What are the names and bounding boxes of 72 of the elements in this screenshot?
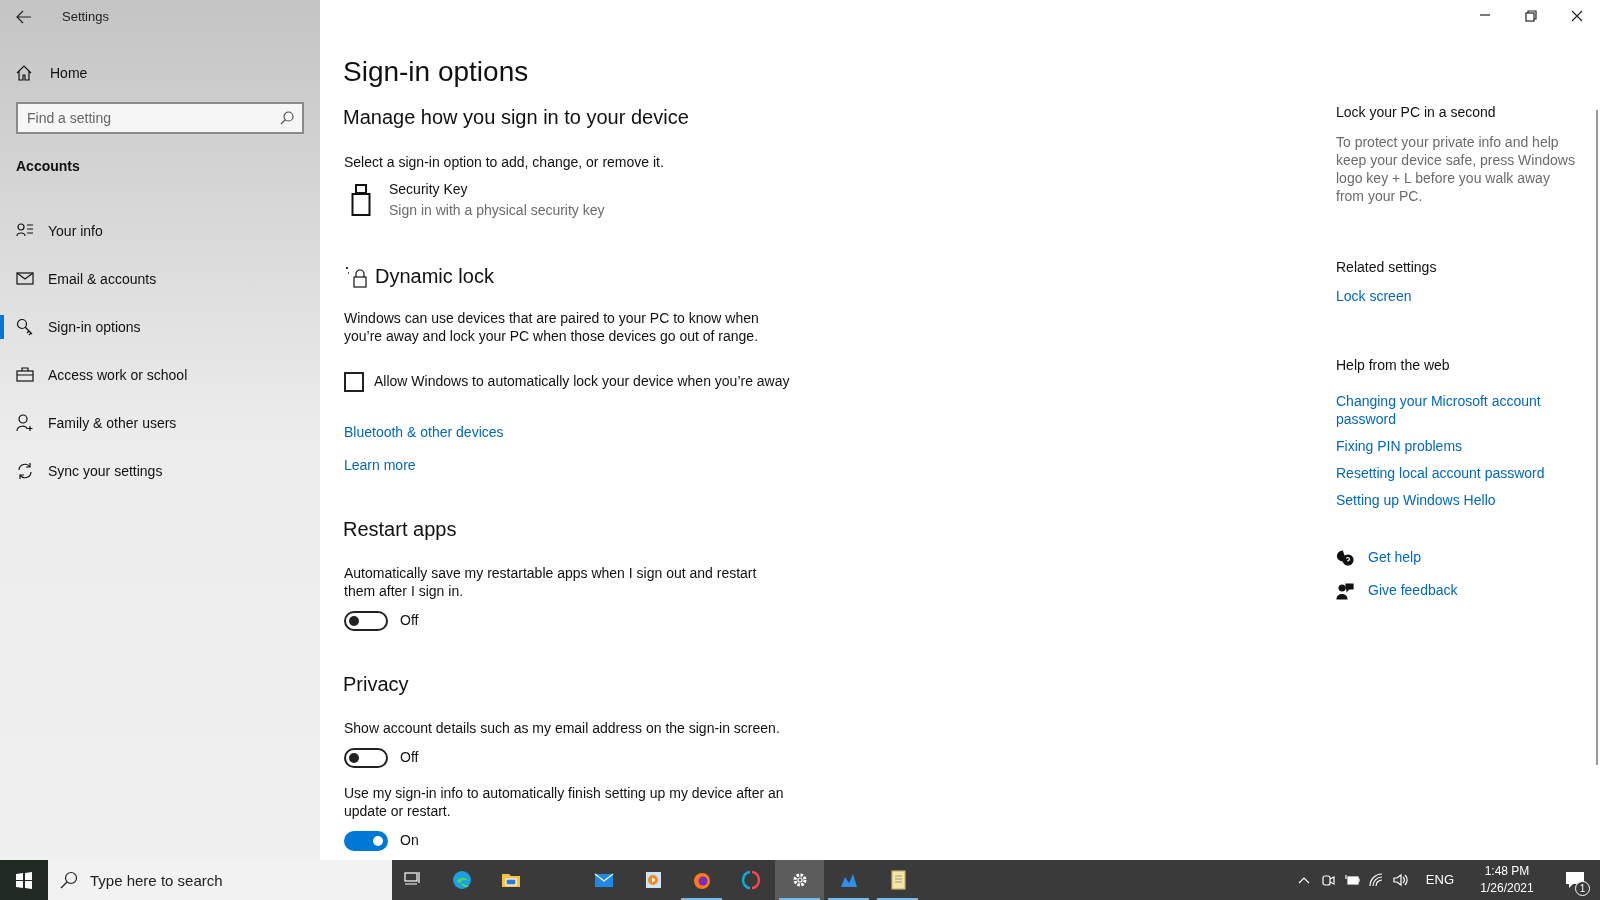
link[interactable]: Give feedback — [1368, 580, 1458, 601]
link[interactable]: Lock screen — [1336, 286, 1412, 307]
sidebar-item[interactable]: Access work or school — [0, 351, 320, 399]
windows-logo-icon — [15, 871, 33, 889]
link[interactable]: Fixing PIN problems — [1336, 437, 1463, 455]
page-title: Sign-in options — [343, 55, 530, 89]
sidebar-item[interactable]: Family & other users — [0, 399, 320, 447]
link[interactable]: Bluetooth & other devices — [344, 422, 504, 443]
link[interactable]: Resetting local account password — [1336, 464, 1545, 482]
link[interactable]: Get help — [1368, 547, 1421, 568]
speaker-icon — [1391, 872, 1408, 888]
clock-time: 1:48 PM — [1484, 863, 1530, 880]
section-description: Windows can use devices that are paired to your PC to know when you’re away and lock your PC when those devices go out of range. — [344, 309, 760, 345]
section-heading: Manage how you sign in to your device — [343, 105, 690, 130]
aside-heading: Help from the web — [1336, 356, 1451, 375]
language-indicator[interactable]: ENG — [1419, 860, 1460, 900]
aside-text: To protect your private info and help keep your device safe, press Windows logo key + L before you walk away from your PC. — [1336, 133, 1576, 205]
key-icon — [16, 318, 34, 336]
mail-icon — [16, 270, 34, 288]
battery-plug-icon — [1343, 872, 1360, 888]
camera-icon — [1319, 872, 1336, 888]
checkbox-label: Allow Windows to automatically lock your device when you’re away — [374, 372, 790, 391]
section-heading: Privacy — [343, 672, 410, 697]
section-heading: Restart apps — [343, 517, 458, 542]
aside-heading: Related settings — [1336, 258, 1438, 277]
notifications-button[interactable]: 1 — [1550, 860, 1600, 900]
aside-heading: Lock your PC in a second — [1336, 103, 1497, 122]
search-field[interactable]: Find a setting — [16, 102, 304, 134]
intro-text: Select a sign-in option to add, change, or remove it. — [344, 153, 665, 172]
person-feedback-icon — [1336, 581, 1354, 600]
search-icon — [280, 111, 294, 125]
clock-date: 1/26/2021 — [1480, 880, 1534, 897]
toggle-switch[interactable] — [344, 747, 388, 768]
search-icon — [60, 871, 78, 889]
help-chat-icon — [1336, 548, 1354, 567]
section-heading: Accounts — [15, 157, 81, 176]
usb-key-icon — [351, 183, 373, 217]
sidebar-item[interactable]: Sync your settings — [0, 447, 320, 495]
restore-icon — [1525, 10, 1537, 22]
briefcase-icon — [16, 366, 34, 384]
sidebar-item[interactable]: Your info — [0, 207, 320, 255]
toggle-state: Off — [400, 748, 419, 767]
toggle-description: Use my sign-in info to automatically finish setting up my device after an update or restart. — [344, 784, 784, 820]
toggle-description: Automatically save my restartable apps when I sign out and restart them after I sign in. — [344, 564, 758, 600]
notification-count: 1 — [1575, 881, 1590, 896]
link[interactable]: Setting up Windows Hello — [1336, 491, 1496, 509]
option-title: Security Key — [389, 180, 469, 199]
toggle-state: Off — [400, 611, 419, 630]
sidebar-item[interactable]: Sign-in options — [0, 303, 320, 351]
section-heading: Dynamic lock — [375, 264, 494, 289]
checkbox[interactable] — [344, 371, 364, 392]
link[interactable]: Learn more — [344, 455, 416, 476]
person-add-icon — [16, 414, 34, 432]
toggle-switch[interactable] — [344, 610, 388, 631]
toggle-state: On — [400, 831, 419, 850]
sync-icon — [16, 462, 34, 480]
taskbar-search-field[interactable]: Type here to search — [48, 860, 392, 900]
taskbar-app-button[interactable] — [775, 860, 824, 900]
toggle-switch[interactable] — [344, 830, 388, 851]
home-icon — [16, 65, 32, 81]
close-icon — [1571, 10, 1583, 22]
toggle-description: Show account details such as my email address on the sign-in screen. — [344, 719, 781, 737]
back-arrow-icon — [16, 10, 32, 24]
wifi-icon — [1367, 872, 1384, 888]
window-title: Settings — [62, 8, 109, 27]
link[interactable]: Changing your Microsoft account password — [1336, 392, 1576, 428]
option-description: Sign in with a physical security key — [389, 201, 605, 220]
start-button[interactable] — [0, 860, 48, 900]
sidebar-item[interactable]: Email & accounts — [0, 255, 320, 303]
home-button[interactable]: Home — [0, 54, 320, 92]
clock[interactable]: 1:48 PM 1/26/2021 — [1464, 860, 1550, 900]
browser-swirl-icon — [450, 869, 473, 891]
